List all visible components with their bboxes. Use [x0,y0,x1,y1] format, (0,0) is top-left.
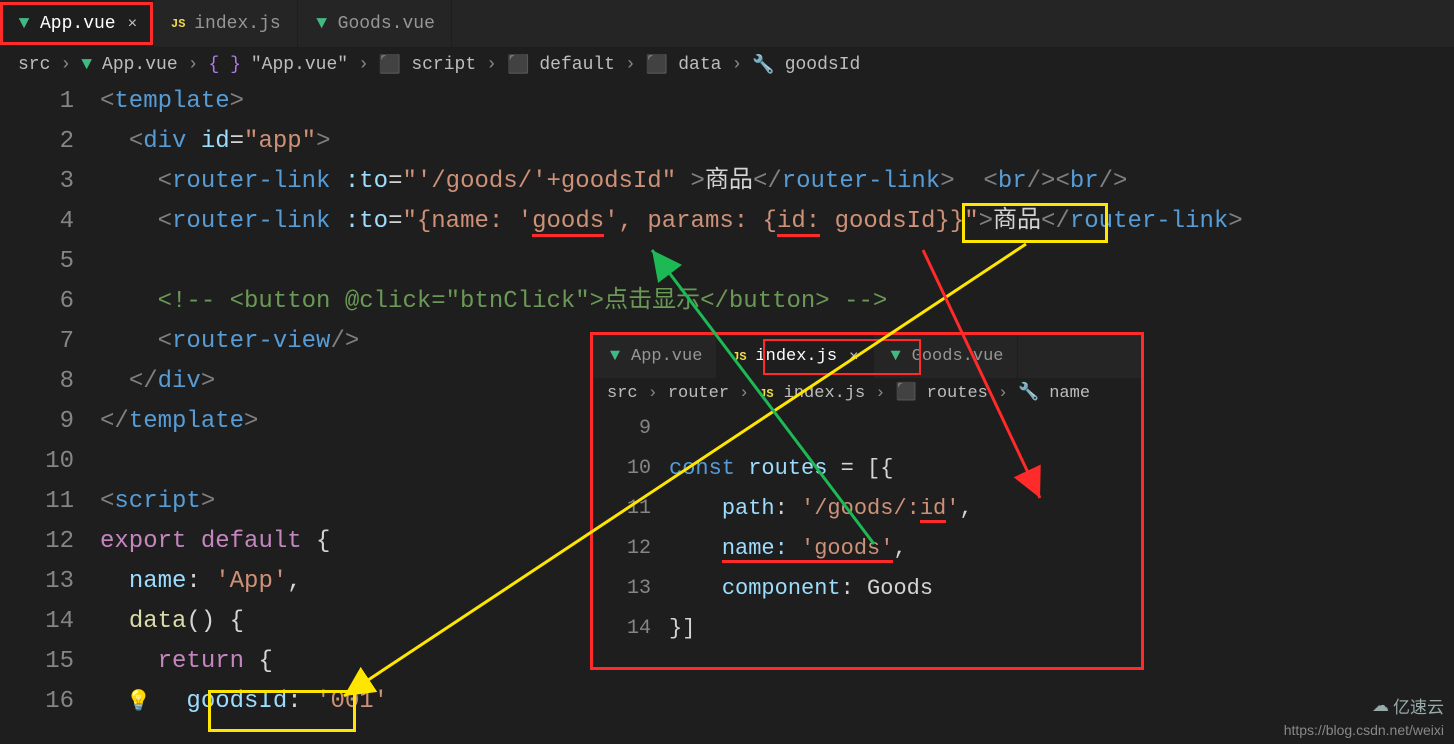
chevron-right-icon: › [486,55,497,75]
logo-watermark: ☁ 亿速云 [1372,693,1444,718]
cube-icon: ⬛ [507,54,529,76]
chevron-right-icon: › [625,55,636,75]
wrench-icon: 🔧 [1018,374,1039,414]
chevron-right-icon: › [998,374,1008,414]
crumb[interactable]: name [1049,374,1090,414]
tabbar: ▼ App.vue × JS index.js ▼ Goods.vue [0,0,1454,48]
vue-icon: ▼ [81,55,92,75]
tab-label: index.js [194,14,280,34]
crumb[interactable]: "App.vue" [251,55,348,75]
cube-icon: ⬛ [379,54,401,76]
cube-icon: ⬛ [895,374,916,414]
inset-editor: ▼ App.vue JS index.js × ▼ Goods.vue src … [590,332,1144,670]
lightbulb-icon[interactable]: 💡 [126,688,151,714]
crumb[interactable]: data [678,55,721,75]
crumb[interactable]: router [668,374,729,414]
vue-icon: ▼ [607,349,623,365]
url-watermark: https://blog.csdn.net/weixi [1284,722,1444,738]
inset-tab-goods-vue[interactable]: ▼ Goods.vue [874,335,1019,378]
braces-icon: { } [208,55,240,75]
js-icon: JS [170,16,186,32]
tab-label: Goods.vue [338,14,435,34]
inset-breadcrumb[interactable]: src › router › JS index.js › ⬛ routes › … [593,379,1141,409]
inset-code[interactable]: 910const routes = [{11 path: '/goods/:id… [593,409,1141,649]
crumb[interactable]: App.vue [102,55,178,75]
crumb[interactable]: src [18,55,50,75]
js-icon: JS [731,349,747,365]
tab-label: index.js [755,337,837,377]
tab-label: App.vue [40,14,116,34]
tab-label: Goods.vue [912,337,1004,377]
crumb[interactable]: goodsId [785,55,861,75]
crumb[interactable]: src [607,374,638,414]
vue-icon: ▼ [888,349,904,365]
cube-icon: ⬛ [646,54,668,76]
vue-icon: ▼ [16,16,32,32]
cloud-icon: ☁ [1372,696,1389,716]
tab-app-vue[interactable]: ▼ App.vue × [0,0,154,47]
tab-index-js[interactable]: JS index.js [154,0,297,47]
inset-tab-index-js[interactable]: JS index.js × [717,335,873,378]
crumb[interactable]: script [411,55,476,75]
tab-goods-vue[interactable]: ▼ Goods.vue [298,0,452,47]
chevron-right-icon: › [648,374,658,414]
js-icon: JS [759,374,773,414]
chevron-right-icon: › [739,374,749,414]
chevron-right-icon: › [358,55,369,75]
tab-label: App.vue [631,337,702,377]
crumb[interactable]: index.js [784,374,866,414]
close-icon[interactable]: × [849,337,859,377]
crumb[interactable]: routes [927,374,988,414]
inset-tab-app-vue[interactable]: ▼ App.vue [593,335,717,378]
chevron-right-icon: › [188,55,199,75]
chevron-right-icon: › [731,55,742,75]
wrench-icon: 🔧 [752,54,774,76]
chevron-right-icon: › [60,55,71,75]
crumb[interactable]: default [539,55,615,75]
vue-icon: ▼ [314,16,330,32]
chevron-right-icon: › [875,374,885,414]
breadcrumb[interactable]: src › ▼ App.vue › { } "App.vue" › ⬛ scri… [0,48,1454,82]
inset-tabbar: ▼ App.vue JS index.js × ▼ Goods.vue [593,335,1141,379]
close-icon[interactable]: × [128,15,138,33]
